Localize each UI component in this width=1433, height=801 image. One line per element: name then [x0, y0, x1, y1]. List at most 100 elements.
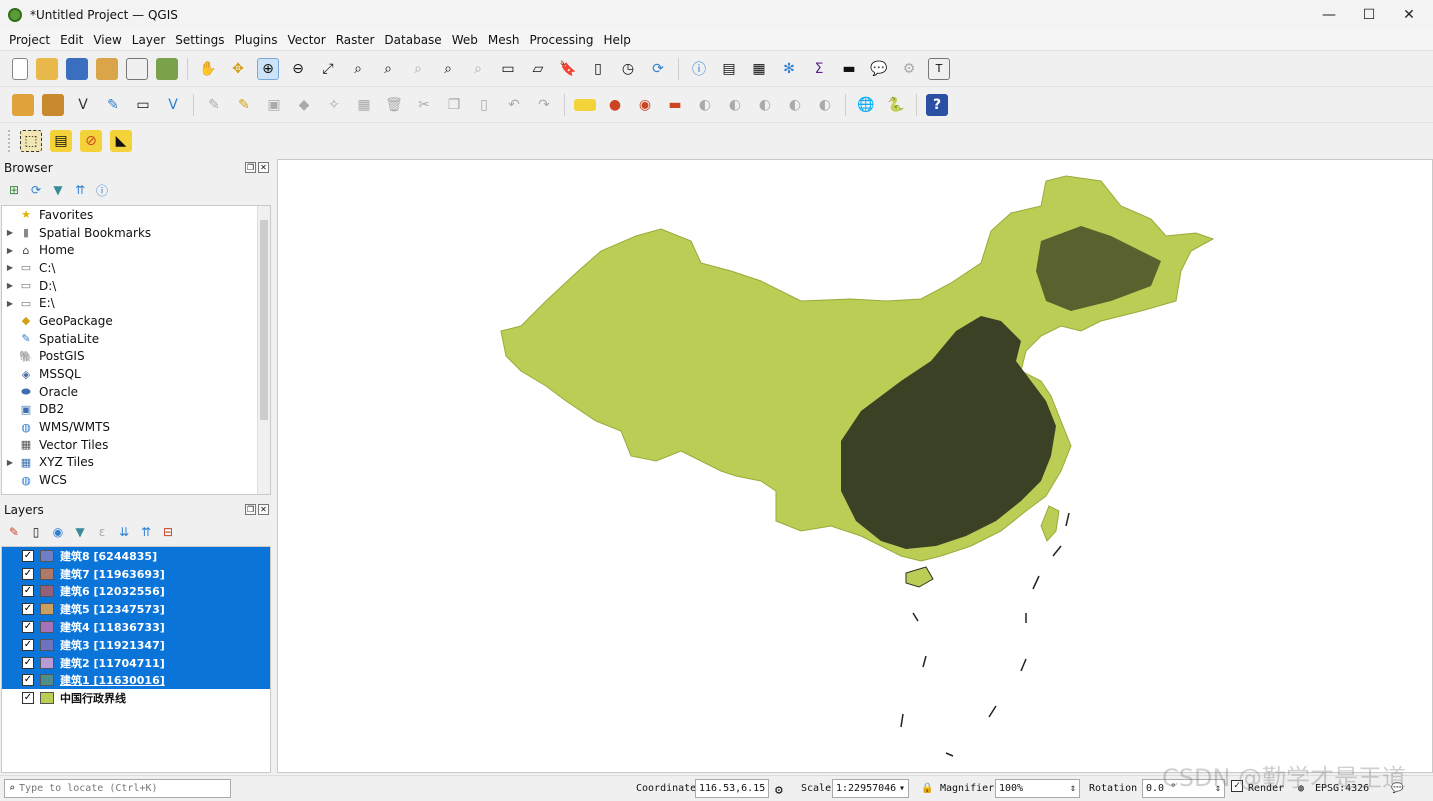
- manage-visibility-icon[interactable]: ◉: [48, 523, 68, 541]
- menu-view[interactable]: View: [88, 33, 126, 47]
- zoom-native-icon[interactable]: ⌕: [407, 58, 429, 80]
- layer-symbol-swatch[interactable]: [40, 692, 54, 705]
- select-features-icon[interactable]: ⬚: [20, 129, 42, 152]
- scrollbar-thumb[interactable]: [260, 220, 268, 420]
- browser-item[interactable]: ▣ DB2: [2, 401, 270, 419]
- open-project-icon[interactable]: [36, 57, 58, 80]
- menu-database[interactable]: Database: [379, 33, 446, 47]
- style-manager-icon[interactable]: [156, 57, 178, 80]
- new-bookmark-icon[interactable]: 🔖: [557, 58, 579, 80]
- menu-layer[interactable]: Layer: [127, 33, 170, 47]
- lock-scale-icon[interactable]: 🔒: [921, 783, 933, 794]
- scale-field[interactable]: 1:22957046 ▾: [832, 779, 909, 798]
- field-calculator-icon[interactable]: ▦: [748, 58, 770, 80]
- close-button[interactable]: ✕: [1386, 0, 1432, 30]
- save-edits-icon[interactable]: ▣: [263, 94, 285, 116]
- close-panel-button[interactable]: ✕: [258, 162, 269, 173]
- layer-visibility-checkbox[interactable]: ✓: [22, 603, 34, 616]
- layer-symbol-swatch[interactable]: [40, 674, 54, 687]
- add-feature-icon[interactable]: ◆: [293, 94, 315, 116]
- browser-item[interactable]: ▶ ▦ XYZ Tiles: [2, 454, 270, 472]
- layer-item[interactable]: ✓ 建筑4 [11836733]: [2, 618, 270, 636]
- map-canvas[interactable]: [277, 159, 1433, 773]
- pan-hand-icon[interactable]: ✋: [197, 58, 219, 80]
- diagram-options-icon[interactable]: ●: [604, 94, 626, 116]
- layer-item[interactable]: ✓ 建筑7 [11963693]: [2, 564, 270, 583]
- layer-symbol-swatch[interactable]: [40, 567, 54, 580]
- undo-icon[interactable]: ↶: [503, 94, 525, 116]
- layer-symbol-swatch[interactable]: [40, 638, 54, 651]
- browser-item[interactable]: ◈ MSSQL: [2, 365, 270, 383]
- cut-features-icon[interactable]: ✂: [413, 94, 435, 116]
- layer-item[interactable]: ✓ 中国行政界线: [2, 689, 270, 708]
- rotate-label-icon[interactable]: ◐: [754, 94, 776, 116]
- browser-item[interactable]: ◆ GeoPackage: [2, 312, 270, 330]
- layer-item[interactable]: ✓ 建筑3 [11921347]: [2, 635, 270, 654]
- float-panel-button[interactable]: ❐: [245, 504, 256, 515]
- toggle-extents-icon[interactable]: ⚙: [775, 783, 783, 798]
- layer-visibility-checkbox[interactable]: ✓: [22, 692, 34, 705]
- text-annotation-icon[interactable]: T: [928, 57, 950, 80]
- float-panel-button[interactable]: ❐: [245, 162, 256, 173]
- help-icon[interactable]: ?: [926, 93, 948, 116]
- layer-visibility-checkbox[interactable]: ✓: [22, 567, 34, 580]
- browser-item[interactable]: 🐘 PostGIS: [2, 348, 270, 366]
- expand-arrow-icon[interactable]: ▶: [2, 246, 18, 255]
- new-spatialite-layer-icon[interactable]: ✎: [102, 94, 124, 116]
- refresh-icon[interactable]: ⟳: [647, 58, 669, 80]
- filter-legend-icon[interactable]: ▼: [70, 523, 90, 541]
- zoom-in-icon[interactable]: ⊕: [257, 57, 279, 80]
- layer-visibility-checkbox[interactable]: ✓: [22, 674, 34, 687]
- properties-icon[interactable]: ⓘ: [92, 181, 112, 199]
- refresh-browser-icon[interactable]: ⟳: [26, 181, 46, 199]
- menu-edit[interactable]: Edit: [55, 33, 88, 47]
- show-hide-labels-icon[interactable]: ◐: [694, 94, 716, 116]
- browser-item[interactable]: ▶ ⌂ Home: [2, 241, 270, 259]
- measure-line-icon[interactable]: ▬: [838, 58, 860, 80]
- layer-styling-icon[interactable]: ✎: [4, 523, 24, 541]
- zoom-full-icon[interactable]: ⤢: [317, 58, 339, 80]
- collapse-all-icon[interactable]: ⇈: [70, 181, 90, 199]
- current-edits-icon[interactable]: ✎: [203, 94, 225, 116]
- modify-attributes-icon[interactable]: ▦: [353, 94, 375, 116]
- delete-selected-icon[interactable]: 🗑: [383, 94, 405, 116]
- layer-item[interactable]: ✓ 建筑6 [12032556]: [2, 582, 270, 601]
- temporal-controller-icon[interactable]: ◷: [617, 58, 639, 80]
- layer-symbol-swatch[interactable]: [40, 603, 54, 616]
- browser-item[interactable]: ▶ ▭ C:\: [2, 259, 270, 277]
- toolbar-grip[interactable]: [8, 129, 12, 152]
- zoom-out-icon[interactable]: ⊖: [287, 58, 309, 80]
- browser-item[interactable]: ⬬ Oracle: [2, 383, 270, 401]
- menu-raster[interactable]: Raster: [331, 33, 380, 47]
- browser-item[interactable]: ▦ Vector Tiles: [2, 436, 270, 454]
- select-location-icon[interactable]: ◣: [110, 129, 132, 152]
- new-geopackage-layer-icon[interactable]: [42, 93, 64, 116]
- expand-arrow-icon[interactable]: ▶: [2, 263, 18, 272]
- layer-item[interactable]: ✓ 建筑5 [12347573]: [2, 600, 270, 619]
- annotation-icon[interactable]: ⚙: [898, 58, 920, 80]
- attribute-table-icon[interactable]: ▤: [718, 58, 740, 80]
- vertex-tool-icon[interactable]: ✧: [323, 94, 345, 116]
- identify-features-icon[interactable]: ⓘ: [688, 58, 710, 80]
- remove-layer-icon[interactable]: ⊟: [158, 523, 178, 541]
- zoom-last-icon[interactable]: ⌕: [437, 58, 459, 80]
- magnifier-field[interactable]: 100% ⇕: [995, 779, 1080, 798]
- locator-search-input[interactable]: ⌕ Type to locate (Ctrl+K): [4, 779, 231, 798]
- expand-arrow-icon[interactable]: ▶: [2, 299, 18, 308]
- menu-mesh[interactable]: Mesh: [483, 33, 525, 47]
- save-project-icon[interactable]: [66, 57, 88, 80]
- pin-labels-icon[interactable]: ▬: [664, 94, 686, 116]
- statistics-sigma-icon[interactable]: Σ: [808, 58, 830, 80]
- new-virtual-layer-icon[interactable]: V: [162, 94, 184, 116]
- deselect-features-icon[interactable]: ⊘: [80, 129, 102, 152]
- layer-symbol-swatch[interactable]: [40, 621, 54, 634]
- new-shapefile-layer-icon[interactable]: V: [72, 94, 94, 116]
- layer-visibility-checkbox[interactable]: ✓: [22, 638, 34, 651]
- new-3d-view-icon[interactable]: ▱: [527, 58, 549, 80]
- browser-item[interactable]: ★ Favorites: [2, 206, 270, 224]
- highlight-label-icon[interactable]: ◉: [634, 94, 656, 116]
- browser-item[interactable]: ▶ ▭ D:\: [2, 277, 270, 295]
- new-project-icon[interactable]: [12, 57, 28, 80]
- save-as-icon[interactable]: [96, 57, 118, 80]
- processing-toolbox-icon[interactable]: ✻: [778, 58, 800, 80]
